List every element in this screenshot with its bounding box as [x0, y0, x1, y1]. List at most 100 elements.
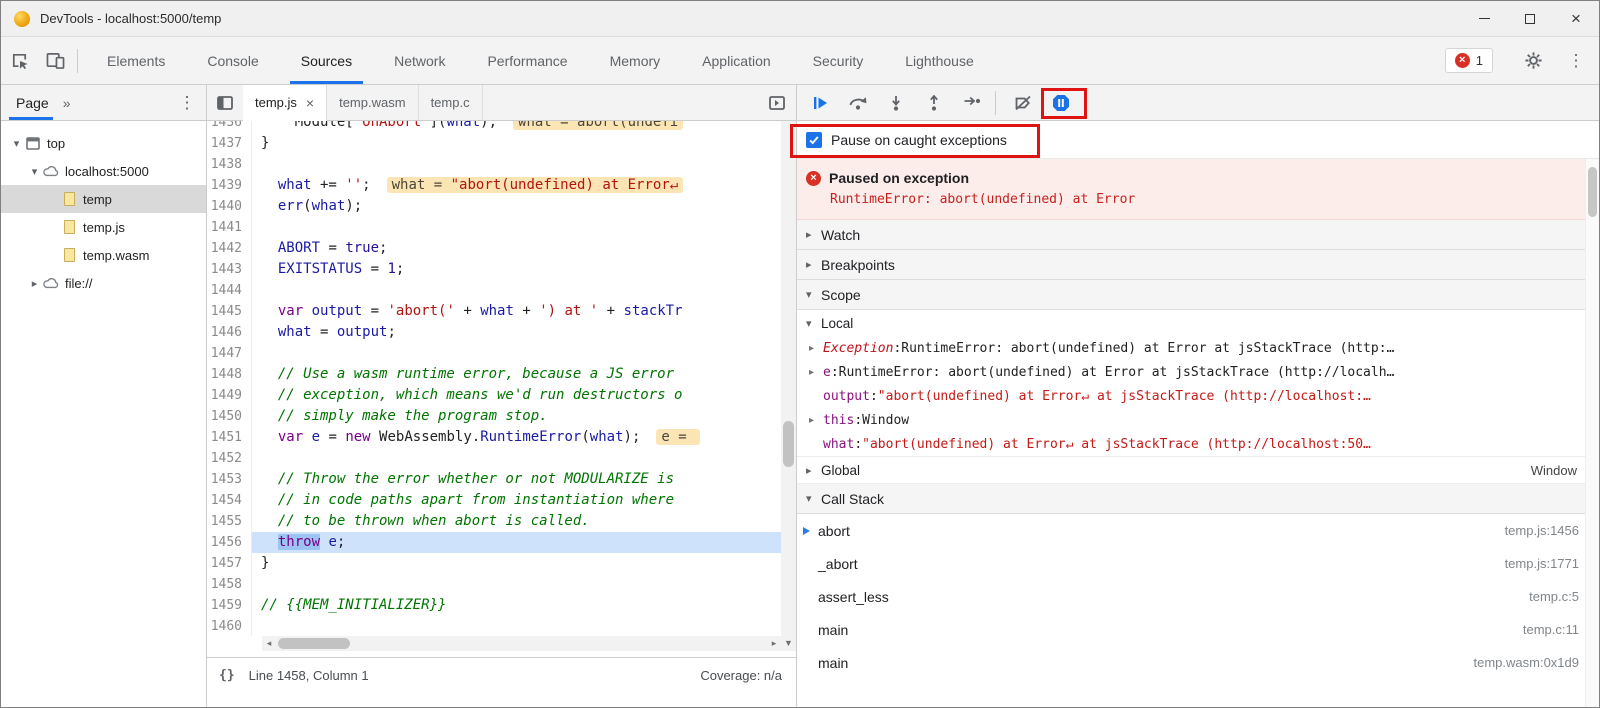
chevron-down-icon[interactable]: ▾ — [27, 165, 42, 178]
editor-tab-temp-js[interactable]: temp.js× — [243, 85, 327, 121]
code-editor[interactable]: 1436 Module['onAbort'](what);what = abor… — [207, 121, 781, 636]
chevron-down-icon[interactable]: ▾ — [9, 137, 24, 150]
code-line-content[interactable] — [252, 343, 781, 364]
line-number[interactable]: 1451 — [207, 427, 252, 448]
settings-button[interactable] — [1515, 43, 1551, 79]
tree-item-temp-js[interactable]: temp.js — [1, 213, 206, 241]
tab-page[interactable]: Page — [1, 85, 57, 120]
line-number[interactable]: 1455 — [207, 511, 252, 532]
call-stack-frame-abort[interactable]: aborttemp.js:1456 — [797, 514, 1599, 547]
line-number[interactable]: 1456 — [207, 532, 252, 553]
scope-section-header[interactable]: ▾ Scope — [797, 280, 1599, 310]
code-line-content[interactable]: } — [252, 133, 781, 154]
line-number[interactable]: 1447 — [207, 343, 252, 364]
tree-item-top[interactable]: ▾top — [1, 129, 206, 157]
step-into-button[interactable] — [877, 85, 915, 121]
call-stack-section-header[interactable]: ▾ Call Stack — [797, 484, 1599, 514]
code-line-content[interactable] — [252, 448, 781, 469]
tab-application[interactable]: Application — [681, 37, 792, 84]
code-line-content[interactable]: var output = 'abort(' + what + ') at ' +… — [252, 301, 781, 322]
tab-network[interactable]: Network — [373, 37, 466, 84]
scroll-right-icon[interactable]: ▸ — [767, 638, 781, 649]
pause-on-exceptions-button[interactable] — [1042, 85, 1080, 121]
tree-item-localhost-5000[interactable]: ▾localhost:5000 — [1, 157, 206, 185]
navigator-more-options-button[interactable]: ⋮ — [174, 93, 200, 113]
line-number[interactable]: 1458 — [207, 574, 252, 595]
line-number[interactable]: 1460 — [207, 616, 252, 636]
line-number[interactable]: 1452 — [207, 448, 252, 469]
expand-arrow-icon[interactable]: ▸ — [809, 415, 823, 426]
line-number[interactable]: 1454 — [207, 490, 252, 511]
line-number[interactable]: 1450 — [207, 406, 252, 427]
step-button[interactable] — [953, 85, 991, 121]
more-tabs-icon[interactable]: » — [57, 95, 77, 111]
watch-section-header[interactable]: ▸ Watch — [797, 220, 1599, 250]
line-number[interactable]: 1439 — [207, 175, 252, 196]
line-number[interactable]: 1446 — [207, 322, 252, 343]
code-line-content[interactable] — [252, 616, 781, 636]
editor-horizontal-scrollbar[interactable]: ◂ ▸ — [262, 636, 781, 651]
line-number[interactable]: 1453 — [207, 469, 252, 490]
line-number[interactable]: 1440 — [207, 196, 252, 217]
code-line-content[interactable]: } — [252, 553, 781, 574]
scope-local-row[interactable]: ▾ Local — [797, 310, 1599, 336]
debugger-scroll-thumb[interactable] — [1588, 167, 1597, 217]
step-out-button[interactable] — [915, 85, 953, 121]
scroll-down-icon[interactable]: ▼ — [781, 638, 796, 648]
scope-entry-this[interactable]: ▸this: Window — [797, 408, 1599, 432]
call-stack-frame-assert_less[interactable]: assert_lesstemp.c:5 — [797, 580, 1599, 613]
code-line-content[interactable]: what += '';what = "abort(undefined) at E… — [252, 175, 781, 196]
line-number[interactable]: 1437 — [207, 133, 252, 154]
line-number[interactable]: 1442 — [207, 238, 252, 259]
tab-lighthouse[interactable]: Lighthouse — [884, 37, 995, 84]
chevron-right-icon[interactable]: ▸ — [27, 277, 42, 290]
code-line-content[interactable] — [252, 574, 781, 595]
code-line-content[interactable]: what = output; — [252, 322, 781, 343]
tree-item-file-[interactable]: ▸file:// — [1, 269, 206, 297]
line-number[interactable]: 1436 — [207, 121, 252, 133]
scope-global-row[interactable]: ▸ Global Window — [797, 456, 1599, 484]
code-line-content[interactable]: // in code paths apart from instantiatio… — [252, 490, 781, 511]
toggle-navigator-button[interactable] — [207, 85, 243, 120]
line-number[interactable]: 1457 — [207, 553, 252, 574]
deactivate-breakpoints-button[interactable] — [1004, 85, 1042, 121]
line-number[interactable]: 1449 — [207, 385, 252, 406]
line-number[interactable]: 1443 — [207, 259, 252, 280]
code-line-content[interactable]: // Throw the error whether or not MODULA… — [252, 469, 781, 490]
code-line-content[interactable] — [252, 217, 781, 238]
close-button[interactable]: × — [1553, 1, 1599, 36]
code-line-content[interactable]: var e = new WebAssembly.RuntimeError(wha… — [252, 427, 781, 448]
vertical-scroll-thumb[interactable] — [783, 421, 794, 467]
close-tab-icon[interactable]: × — [306, 95, 314, 111]
tab-console[interactable]: Console — [186, 37, 279, 84]
inspect-element-button[interactable] — [1, 43, 37, 79]
line-number[interactable]: 1444 — [207, 280, 252, 301]
tree-item-temp[interactable]: temp — [1, 185, 206, 213]
code-line-content[interactable] — [252, 154, 781, 175]
scroll-left-icon[interactable]: ◂ — [262, 638, 276, 649]
minimize-button[interactable] — [1461, 1, 1507, 36]
code-line-content[interactable]: Module['onAbort'](what);what = abort(und… — [252, 121, 781, 133]
code-line-content[interactable]: err(what); — [252, 196, 781, 217]
resume-button[interactable] — [801, 85, 839, 121]
code-line-content[interactable]: // Use a wasm runtime error, because a J… — [252, 364, 781, 385]
code-line-content[interactable]: throw e; — [252, 532, 781, 553]
debugger-scrollbar[interactable] — [1585, 159, 1599, 707]
tab-elements[interactable]: Elements — [86, 37, 186, 84]
code-line-content[interactable]: EXITSTATUS = 1; — [252, 259, 781, 280]
call-stack-frame-main[interactable]: maintemp.c:11 — [797, 613, 1599, 646]
line-number[interactable]: 1448 — [207, 364, 252, 385]
tab-sources[interactable]: Sources — [280, 37, 373, 84]
line-number[interactable]: 1459 — [207, 595, 252, 616]
line-number[interactable]: 1445 — [207, 301, 252, 322]
code-line-content[interactable]: ABORT = true; — [252, 238, 781, 259]
tab-performance[interactable]: Performance — [466, 37, 588, 84]
line-number[interactable]: 1438 — [207, 154, 252, 175]
code-line-content[interactable] — [252, 280, 781, 301]
scope-entry-e[interactable]: ▸e: RuntimeError: abort(undefined) at Er… — [797, 360, 1599, 384]
toggle-device-toolbar-button[interactable] — [37, 43, 73, 79]
open-file-button[interactable] — [758, 85, 796, 120]
pause-on-caught-exceptions-checkbox[interactable] — [806, 132, 822, 148]
tab-security[interactable]: Security — [792, 37, 885, 84]
code-line-content[interactable]: // exception, which means we'd run destr… — [252, 385, 781, 406]
